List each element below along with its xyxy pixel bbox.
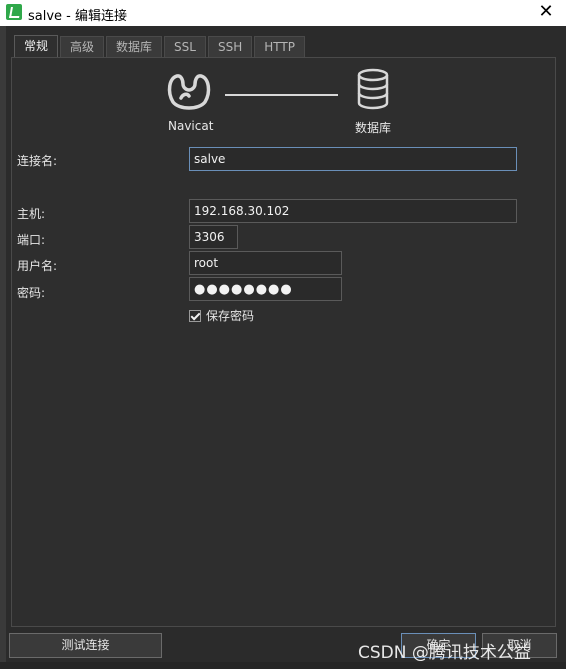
tab-databases[interactable]: 数据库 (106, 36, 163, 57)
save-password-row[interactable]: 保存密码 (189, 307, 254, 324)
database-icon (357, 68, 389, 110)
tab-ssl[interactable]: SSL (164, 36, 206, 57)
save-password-label: 保存密码 (206, 309, 255, 323)
tab-ssh[interactable]: SSH (207, 36, 253, 57)
tab-advanced[interactable]: 高级 (60, 36, 105, 57)
watermark: CSDN @腾讯技术公益 (358, 643, 531, 663)
title-bar: salve - 编辑连接 ✕ (0, 0, 566, 26)
password-field[interactable] (189, 277, 342, 301)
username-field[interactable] (189, 251, 342, 275)
test-connection-button[interactable]: 测试连接 (9, 633, 162, 658)
password-label: 密码: (17, 286, 46, 300)
general-panel (11, 57, 556, 627)
username-label: 用户名: (17, 259, 58, 273)
database-label: 数据库 (355, 121, 392, 135)
host-field[interactable] (189, 199, 517, 223)
save-password-checkbox[interactable] (189, 309, 201, 322)
connection-line (225, 94, 338, 96)
background-window-edge (0, 26, 6, 669)
connection-name-field[interactable] (189, 147, 517, 171)
bottom-edge (0, 662, 566, 669)
port-field[interactable] (189, 225, 238, 249)
port-label: 端口: (17, 233, 46, 247)
host-label: 主机: (17, 207, 46, 221)
close-icon[interactable]: ✕ (536, 2, 556, 22)
navicat-logo-icon (167, 74, 211, 110)
navicat-label: Navicat (168, 119, 214, 133)
window-title: salve - 编辑连接 (28, 9, 127, 24)
tab-bar: 常规 高级 数据库 SSL SSH HTTP (14, 35, 307, 58)
tab-http[interactable]: HTTP (254, 36, 305, 57)
connection-name-label: 连接名: (17, 154, 58, 168)
navicat-app-icon (6, 4, 22, 20)
tab-general[interactable]: 常规 (14, 35, 59, 58)
